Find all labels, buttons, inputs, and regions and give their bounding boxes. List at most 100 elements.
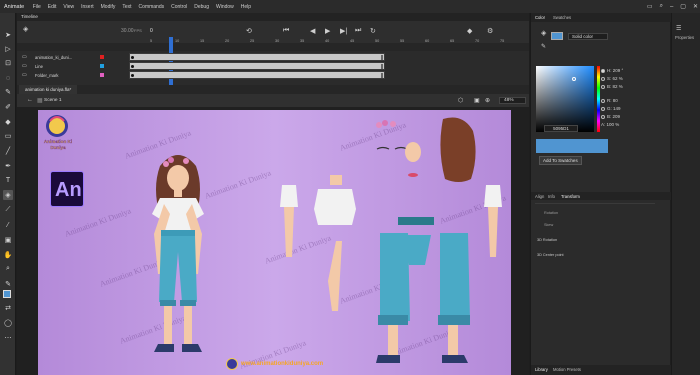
line-tool-icon[interactable]: ╱ [3, 146, 13, 156]
add-to-swatches-button[interactable]: Add To Swatches [539, 156, 582, 165]
red-value[interactable]: R: 80 [601, 98, 618, 103]
center-stage-icon[interactable]: ⊕ [485, 97, 490, 104]
menu-text[interactable]: Text [119, 4, 135, 10]
scene-name[interactable]: Scene 1 [44, 98, 62, 103]
step-forward-icon[interactable]: ▶| [340, 27, 347, 35]
layer-color[interactable] [100, 64, 104, 68]
selection-tool-icon[interactable]: ➤ [3, 30, 13, 40]
layer-row[interactable]: ▭ Line [17, 62, 529, 70]
fast-forward-icon[interactable]: ⏭ [355, 27, 361, 35]
back-arrow-icon[interactable]: ← [27, 97, 33, 103]
free-transform-tool-icon[interactable]: ⊡ [3, 58, 13, 68]
paint-bucket-tool-icon[interactable]: ◈ [3, 190, 13, 200]
layer-frames[interactable] [129, 53, 385, 61]
eraser-tool-icon[interactable]: ◆ [3, 117, 13, 127]
hue-slider[interactable] [597, 66, 600, 132]
hue-value[interactable]: H: 209 ° [601, 68, 623, 73]
layer-color[interactable] [100, 73, 104, 77]
document-tab[interactable]: animation ki duniya.fla* [19, 85, 78, 94]
object-drawing-icon[interactable]: ◯ [3, 318, 13, 328]
lasso-tool-icon[interactable]: ◌ [3, 73, 13, 83]
footer-url[interactable]: www.animationkiduniya.com [241, 361, 323, 367]
loop-icon[interactable]: ↻ [370, 27, 376, 35]
color-field[interactable] [536, 66, 594, 132]
green-value[interactable]: G: 149 [601, 106, 621, 111]
clip-content-icon[interactable]: ▣ [474, 97, 480, 104]
zoom-select[interactable]: 48% [499, 96, 526, 104]
tab-library[interactable]: Library [535, 367, 548, 372]
properties-label[interactable]: Properties [675, 35, 694, 40]
eyedropper-tool-icon[interactable]: ⁄ [3, 220, 13, 230]
saturation-value[interactable]: S: 62 % [601, 76, 623, 81]
hex-input[interactable]: 5095D1 [544, 125, 578, 132]
camera-tool-icon[interactable]: ▣ [3, 235, 13, 245]
menu-view[interactable]: View [60, 4, 78, 10]
paint-bucket-icon[interactable]: ◈ [541, 29, 546, 37]
stroke-pencil-icon[interactable]: ✎ [541, 43, 546, 50]
layer-name[interactable]: Line [35, 64, 43, 69]
menu-file[interactable]: File [29, 4, 44, 10]
alpha-value[interactable]: A: 100 % [601, 122, 619, 127]
more-tools-icon[interactable]: ⋯ [3, 333, 13, 343]
menu-edit[interactable]: Edit [44, 4, 60, 10]
tab-info[interactable]: Info [548, 194, 555, 199]
workspace-icon[interactable]: ▭ [647, 3, 653, 10]
rewind-icon[interactable]: ⏮ [283, 27, 289, 35]
frame-ruler[interactable] [17, 43, 529, 51]
menu-insert[interactable]: Insert [78, 4, 98, 10]
insert-keyframe-icon[interactable]: ◆ [467, 27, 472, 35]
menu-commands[interactable]: Commands [135, 4, 168, 10]
tab-align[interactable]: Align [535, 194, 544, 199]
layer-color[interactable] [100, 55, 104, 59]
timeline-settings-icon[interactable]: ⚙ [487, 27, 493, 35]
text-tool-icon[interactable]: T [3, 175, 13, 185]
stroke-color-icon[interactable]: ✎ [3, 279, 13, 289]
bone-tool-icon[interactable]: ⟋ [3, 205, 13, 215]
layer-frames[interactable] [129, 62, 385, 70]
character-body-parts[interactable] [268, 175, 508, 375]
current-frame[interactable]: 0 [150, 28, 153, 34]
menu-debug[interactable]: Debug [191, 4, 213, 10]
edit-symbols-icon[interactable]: ⬡ [458, 97, 463, 104]
minimize-icon[interactable]: – [670, 4, 673, 10]
brush-tool-icon[interactable]: ✐ [3, 102, 13, 112]
menu-window[interactable]: Window [212, 4, 237, 10]
maximize-icon[interactable]: ▢ [680, 3, 686, 10]
color-picker-handle[interactable] [572, 77, 576, 81]
step-back-icon[interactable]: ◀ [310, 27, 315, 35]
subselection-tool-icon[interactable]: ▷ [3, 44, 13, 54]
menu-help[interactable]: Help [237, 4, 254, 10]
timeline-tab[interactable]: Timeline [17, 13, 529, 21]
search-icon[interactable]: ⌕ [660, 3, 663, 10]
rectangle-tool-icon[interactable]: ▭ [3, 131, 13, 141]
fill-color-swatch[interactable] [3, 290, 11, 298]
hand-tool-icon[interactable]: ✋ [3, 250, 13, 260]
blue-value[interactable]: B: 209 [601, 114, 620, 119]
brightness-value[interactable]: B: 82 % [601, 84, 623, 89]
stage[interactable]: Animation Ki Duniya Animation Ki Duniya … [38, 110, 511, 375]
layer-name[interactable]: animation_ki_duni... [35, 55, 72, 60]
tab-color[interactable]: Color [535, 15, 545, 20]
play-icon[interactable]: ▶ [325, 27, 330, 35]
layer-row[interactable]: ▭ animation_ki_duni... [17, 53, 529, 61]
tab-swatches[interactable]: Swatches [553, 15, 571, 20]
close-icon[interactable]: ✕ [693, 3, 698, 10]
layer-frames[interactable] [129, 71, 385, 79]
fill-type-select[interactable]: Solid color [568, 33, 608, 40]
character-girl[interactable] [138, 152, 218, 362]
layer-row[interactable]: ▭ Folder_mark [17, 71, 529, 79]
properties-icon[interactable]: ☰ [676, 25, 681, 32]
menu-modify[interactable]: Modify [97, 4, 119, 10]
pen-tool-icon[interactable]: ✒ [3, 161, 13, 171]
tab-motion-presets[interactable]: Motion Presets [553, 367, 581, 372]
swap-colors-icon[interactable]: ⇄ [3, 303, 13, 313]
pencil-tool-icon[interactable]: ✎ [3, 87, 13, 97]
menu-control[interactable]: Control [168, 4, 191, 10]
onion-skin-icon[interactable]: ⟲ [246, 27, 252, 35]
layer-name[interactable]: Folder_mark [35, 73, 59, 78]
zoom-tool-icon[interactable]: ⌕ [3, 264, 13, 274]
app-name[interactable]: Animate [0, 4, 29, 10]
tab-transform[interactable]: Transform [561, 194, 580, 199]
layers-icon[interactable]: ◈ [23, 25, 28, 33]
fill-swatch[interactable] [551, 32, 563, 40]
